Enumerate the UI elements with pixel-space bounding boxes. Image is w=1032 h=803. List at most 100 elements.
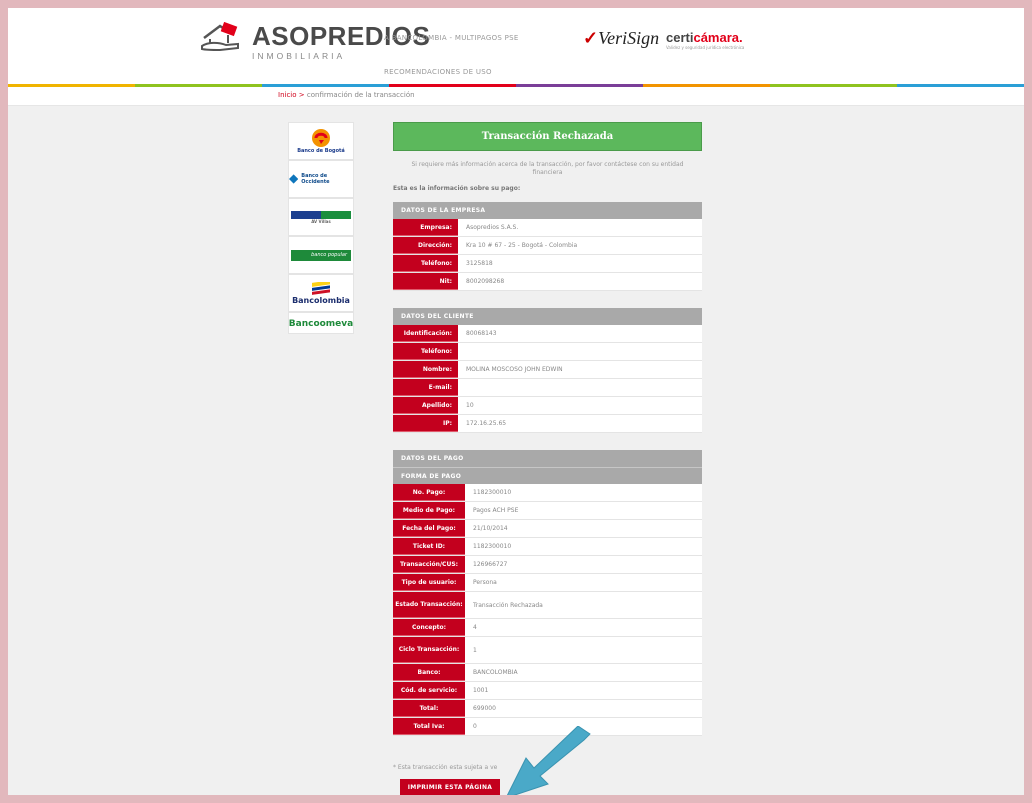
bank-label: Banco de Bogotá [297,148,345,154]
house-hand-icon [201,22,239,52]
table-row: Teléfono: [393,343,702,361]
table-row: Concepto: 4 [393,619,702,637]
transaction-status-banner: Transacción Rechazada [393,122,702,151]
bank-logo-bogota[interactable]: Banco de Bogotá [288,122,354,160]
row-value: MOLINA MOSCOSO JOHN EDWIN [466,366,563,373]
bank-logo-list: Banco de Bogotá Banco de Occidente AV Vi… [288,122,354,334]
row-label: Identificación: [393,325,458,342]
bank-label: AV Villas [311,218,331,224]
transaction-panel: Transacción Rechazada Si requiere más in… [393,122,702,736]
row-value: Kra 10 # 67 - 25 - Bogotá - Colombia [466,242,578,249]
bank-logo-bancoomeva[interactable]: Bancoomeva [288,312,354,334]
row-value: 1182300010 [473,489,512,496]
row-value: 1001 [473,687,489,694]
nav-link-multipagos[interactable]: A BANCOLOMBIA - MULTIPAGOS PSE [384,34,519,42]
row-label: Apellido: [393,397,458,414]
row-value: 21/10/2014 [473,525,508,532]
row-value: 80068143 [466,330,497,337]
row-value: Transacción Rechazada [473,601,543,609]
terms-footnote: * Esta transacción esta sujeta a ve [393,764,498,771]
table-row: Banco: BANCOLOMBIA [393,664,702,682]
row-value: 1182300010 [473,543,512,550]
section-subtitle: FORMA DE PAGO [393,467,702,484]
brand-subtitle: INMOBILIARIA [252,51,346,61]
table-row: Medio de Pago: Pagos ACH PSE [393,502,702,520]
table-row: Fecha del Pago: 21/10/2014 [393,520,702,538]
bank-label: Banco de Occidente [301,173,330,185]
row-value: BANCOLOMBIA [473,669,518,676]
bank-logo-bancolombia[interactable]: Bancolombia [288,274,354,312]
row-value: Persona [473,579,497,586]
section-title: DATOS DE LA EMPRESA [393,202,702,219]
row-value: 699000 [473,705,496,712]
certicamara-name-b: cámara. [693,30,743,45]
table-row: Apellido: 10 [393,397,702,415]
row-label: Nit: [393,273,458,290]
bank-logo-popular[interactable]: banco popular [288,236,354,274]
banco-popular-band: banco popular [291,249,351,261]
row-label: Transacción/CUS: [393,556,465,573]
avvillas-band [291,210,351,219]
row-label: IP: [393,415,458,432]
nav-link-recomendaciones[interactable]: RECOMENDACIONES DE USO [384,68,492,76]
page-frame: ASOPREDIOS INMOBILIARIA A BANCOLOMBIA - … [0,0,1032,803]
contact-notice: Si requiere más información acerca de la… [411,161,684,176]
row-label: Dirección: [393,237,458,254]
row-value: 8002098268 [466,278,505,285]
pointer-arrow-icon [506,726,591,795]
breadcrumb-home-link[interactable]: Inicio [278,91,297,99]
table-row: Nombre: MOLINA MOSCOSO JOHN EDWIN [393,361,702,379]
row-value [458,343,702,360]
row-value [458,379,702,396]
row-label: E-mail: [393,379,458,396]
row-label: Estado Transacción: [393,592,465,618]
table-row: Identificación: 80068143 [393,325,702,343]
table-row: Cód. de servicio: 1001 [393,682,702,700]
bank-logo-avvillas[interactable]: AV Villas [288,198,354,236]
table-row: Nit: 8002098268 [393,273,702,291]
bank-label: banco popular [311,252,347,258]
row-label: Concepto: [393,619,465,636]
banco-occidente-icon [289,174,299,184]
breadcrumb-separator: > [298,91,305,99]
verisign-name: VeriSign [598,28,660,48]
payment-info-intro: Esta es la información sobre su pago: [393,185,521,192]
row-value: 172.16.25.65 [466,420,507,427]
print-page-button[interactable]: IMPRIMIR ESTA PÁGINA [400,779,500,795]
row-label: Ticket ID: [393,538,465,555]
row-value: Asopredios S.A.S. [466,224,519,231]
table-row: IP: 172.16.25.65 [393,415,702,433]
table-row: Ticket ID: 1182300010 [393,538,702,556]
row-label: Medio de Pago: [393,502,465,519]
table-row: Transacción/CUS: 126966727 [393,556,702,574]
row-label: Cód. de servicio: [393,682,465,699]
site-header: ASOPREDIOS INMOBILIARIA A BANCOLOMBIA - … [8,8,1024,87]
bank-logo-occidente[interactable]: Banco de Occidente [288,160,354,198]
table-row: Estado Transacción: Transacción Rechazada [393,592,702,619]
company-data-section: DATOS DE LA EMPRESA Empresa: Asopredios S… [393,202,702,291]
bank-label: Bancolombia [292,295,350,305]
table-row: Ciclo Transacción: 1 [393,637,702,664]
breadcrumb-bar: Inicio > confirmación de la transacción [8,87,1024,106]
row-value: Pagos ACH PSE [473,507,519,514]
breadcrumb: Inicio > confirmación de la transacción [278,91,415,99]
bank-label: Bancoomeva [288,319,354,329]
certicamara-logo: certicámara. [666,30,743,45]
row-label: Banco: [393,664,465,681]
row-label: Nombre: [393,361,458,378]
verisign-logo: ✓VeriSign [583,28,659,49]
banco-bogota-icon [312,129,330,147]
row-label: Teléfono: [393,255,458,272]
row-value: 4 [473,624,477,631]
row-label: Ciclo Transacción: [393,637,465,663]
row-value: 1 [473,646,477,654]
verisign-check-icon: ✓ [583,28,599,48]
table-row: Empresa: Asopredios S.A.S. [393,219,702,237]
table-row: Tipo de usuario: Persona [393,574,702,592]
table-row: Total: 699000 [393,700,702,718]
row-label: Total: [393,700,465,717]
row-label: Teléfono: [393,343,458,360]
row-label: Empresa: [393,219,458,236]
row-value: 10 [466,402,474,409]
row-value: 3125818 [466,260,493,267]
